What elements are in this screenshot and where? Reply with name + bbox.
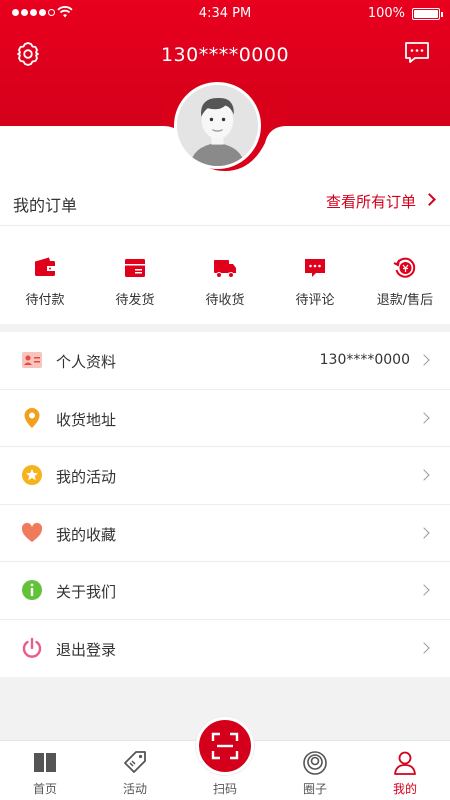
- tag-icon: [124, 751, 146, 773]
- menu-item-label: 我的收藏: [56, 525, 117, 544]
- tab-label: 圈子: [302, 782, 327, 796]
- menu-item-logout[interactable]: 退出登录: [0, 620, 450, 678]
- battery-icon: [412, 8, 443, 20]
- tab-label: 扫码: [212, 782, 237, 796]
- tab-home[interactable]: 首页: [0, 741, 90, 800]
- order-status-grid: 待付款 待发货 待收货 待评论 退款/售后: [0, 226, 450, 324]
- order-pending-shipment[interactable]: 待发货: [90, 226, 180, 324]
- menu-item-address[interactable]: 收货地址: [0, 390, 450, 447]
- tab-label: 我的: [392, 782, 417, 796]
- user-avatar[interactable]: [174, 82, 261, 169]
- tab-circles[interactable]: 圈子: [270, 741, 360, 800]
- power-icon: [22, 637, 42, 658]
- profile-phone-value: 130****0000: [319, 352, 410, 368]
- order-pending-receipt[interactable]: 待收货: [180, 226, 270, 324]
- bottom-tab-bar: 首页 活动 扫码 圈子 我的: [0, 717, 450, 800]
- person-icon: [394, 751, 416, 775]
- message-icon[interactable]: [404, 41, 430, 65]
- order-item-label: 待评论: [295, 293, 335, 308]
- tab-me[interactable]: 我的: [360, 741, 450, 800]
- battery-percent: 100%: [367, 6, 405, 21]
- truck-icon: [214, 260, 236, 278]
- tab-activities[interactable]: 活动: [90, 741, 180, 800]
- avatar-illustration: [177, 85, 258, 166]
- refund-icon: [393, 257, 416, 278]
- tab-scan[interactable]: 扫码: [180, 717, 270, 800]
- order-item-label: 待付款: [25, 293, 65, 308]
- my-orders-title: 我的订单: [13, 196, 78, 215]
- chevron-right-icon[interactable]: [423, 193, 436, 206]
- section-divider: [0, 324, 450, 332]
- info-icon: [22, 580, 42, 600]
- box-icon: [125, 259, 145, 277]
- menu-item-label: 个人资料: [56, 353, 117, 371]
- order-pending-review[interactable]: 待评论: [270, 226, 360, 324]
- tab-label: 活动: [122, 782, 147, 796]
- order-pending-payment[interactable]: 待付款: [0, 226, 90, 324]
- menu-item-favorites[interactable]: 我的收藏: [0, 505, 450, 562]
- scan-button[interactable]: [196, 717, 254, 775]
- circles-icon: [303, 751, 327, 775]
- chevron-right-icon: [418, 469, 430, 481]
- menu-item-activities[interactable]: 我的活动: [0, 447, 450, 505]
- location-pin-icon: [24, 407, 40, 428]
- scan-icon: [211, 732, 239, 760]
- my-orders-row: 我的订单 查看所有订单: [0, 176, 450, 226]
- menu-item-about[interactable]: 关于我们: [0, 562, 450, 620]
- chevron-right-icon: [418, 411, 430, 424]
- view-all-orders-link[interactable]: 查看所有订单: [326, 191, 416, 212]
- status-bar: 4:34 PM 100%: [0, 0, 450, 28]
- chevron-right-icon: [418, 584, 430, 596]
- menu-item-profile[interactable]: 个人资料 130****0000: [0, 332, 450, 390]
- heart-icon: [21, 522, 43, 542]
- chevron-right-icon: [418, 641, 430, 654]
- user-phone: 130****0000: [160, 44, 290, 66]
- id-card-icon: [22, 352, 42, 368]
- order-item-label: 退款/售后: [376, 293, 434, 308]
- chevron-right-icon: [418, 526, 430, 539]
- wallet-icon: [35, 257, 55, 276]
- star-icon: [22, 465, 42, 485]
- tab-label: 首页: [32, 782, 57, 796]
- comment-icon: [305, 259, 325, 277]
- menu-item-label: 关于我们: [56, 583, 117, 601]
- menu-item-label: 收货地址: [56, 410, 117, 429]
- chevron-right-icon: [418, 354, 430, 366]
- settings-menu: 个人资料 130****0000 收货地址 我的活动 我的收藏 关于我们 退出登…: [0, 332, 450, 677]
- order-item-label: 待发货: [115, 293, 155, 308]
- order-refund-aftersale[interactable]: 退款/售后: [360, 226, 450, 324]
- book-icon: [34, 753, 56, 772]
- order-item-label: 待收货: [205, 293, 245, 308]
- menu-item-label: 我的活动: [56, 468, 117, 486]
- menu-item-label: 退出登录: [56, 640, 117, 659]
